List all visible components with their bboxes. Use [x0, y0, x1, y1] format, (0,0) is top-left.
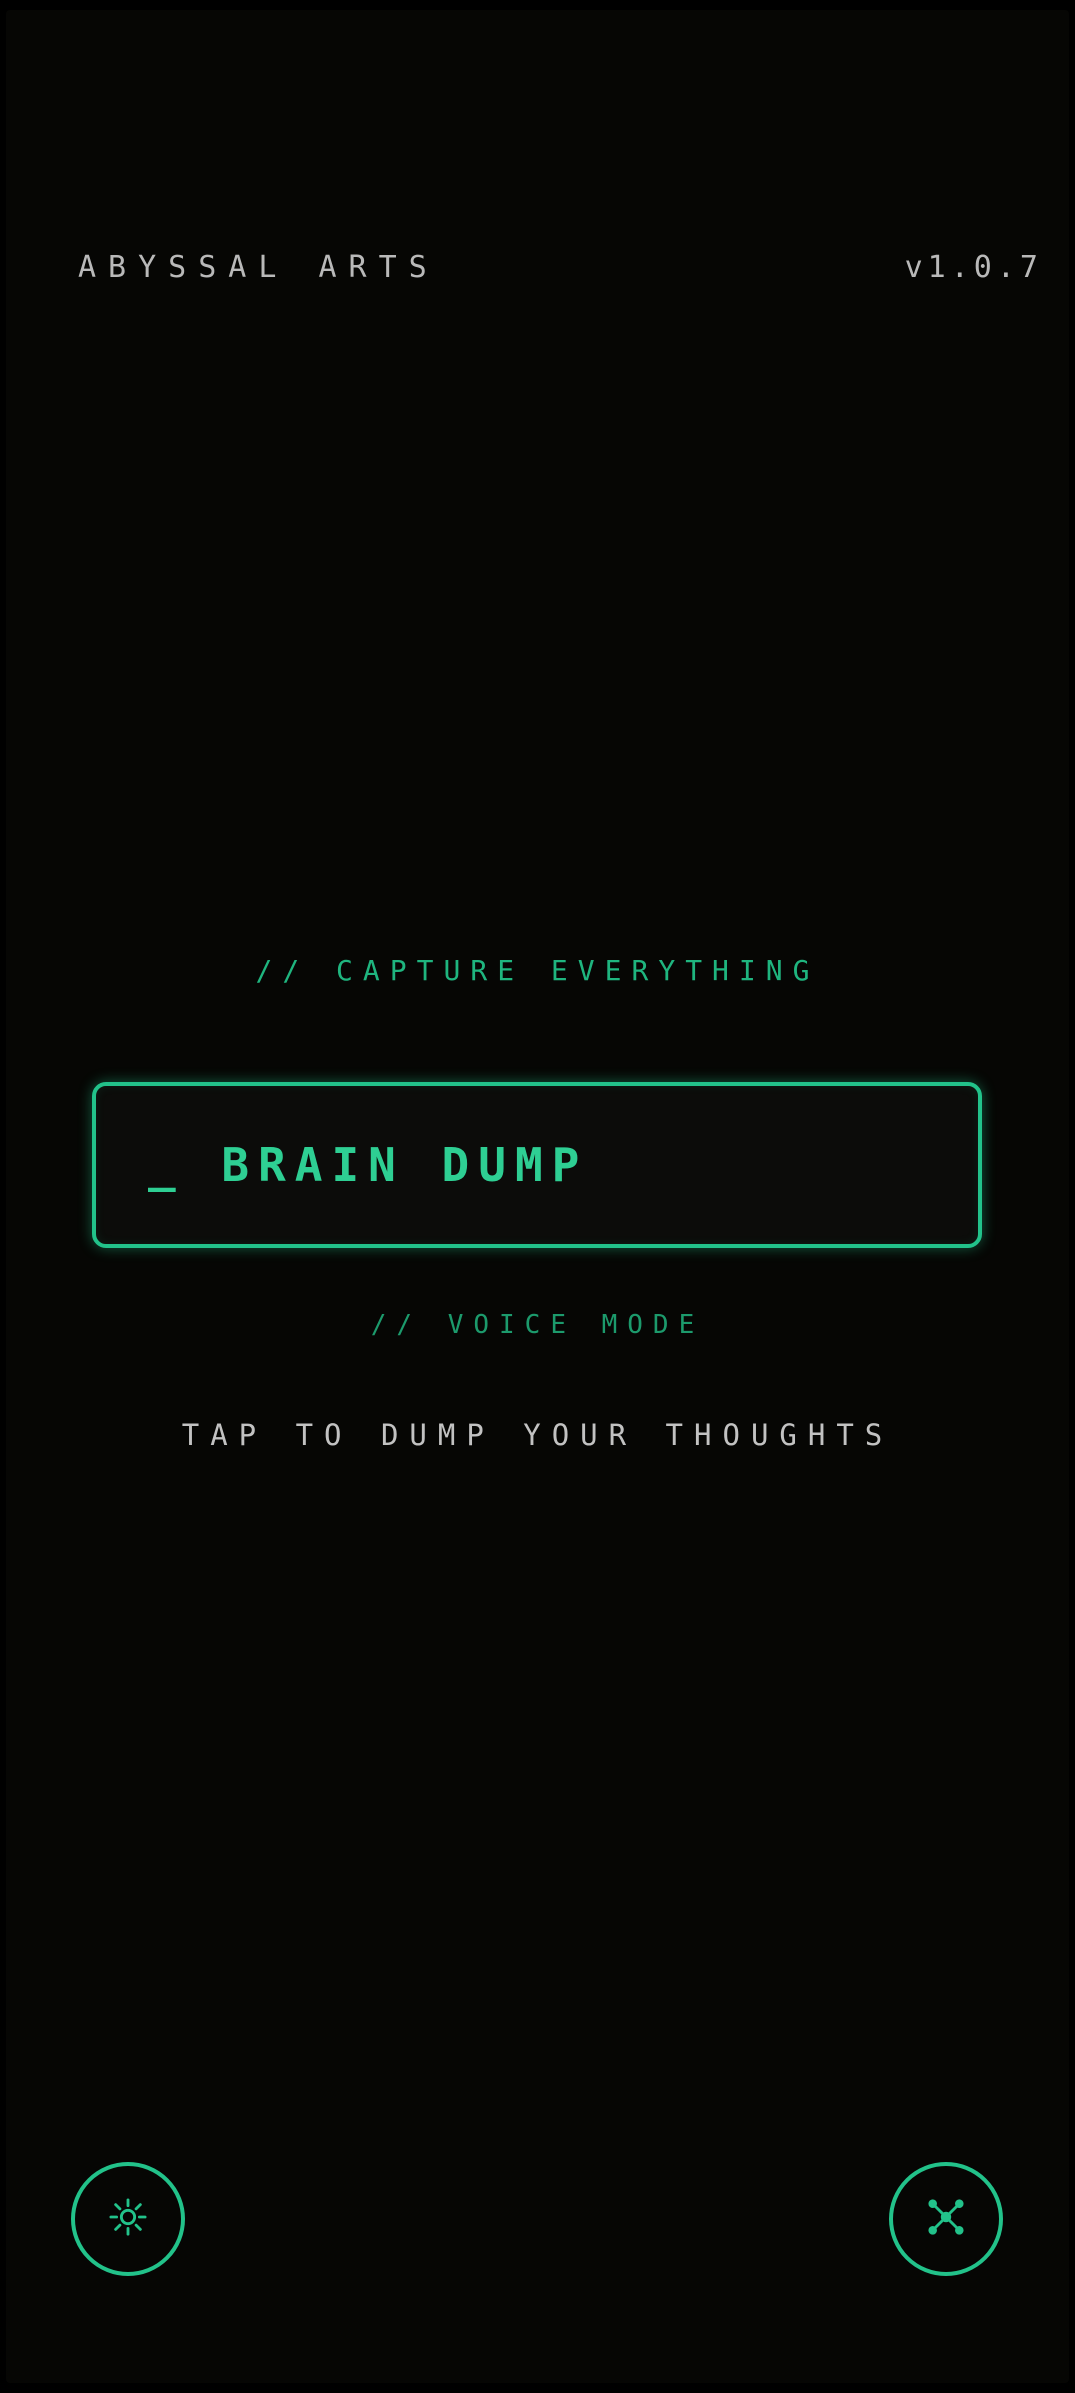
theme-button[interactable]	[71, 2162, 185, 2276]
sun-icon	[109, 2198, 147, 2240]
brain-dump-label: _ BRAIN DUMP	[148, 1138, 589, 1192]
brain-dump-button[interactable]: _ BRAIN DUMP	[92, 1082, 982, 1248]
network-button[interactable]	[889, 2162, 1003, 2276]
tagline: // CAPTURE EVERYTHING	[255, 954, 820, 987]
version-label: v1.0.7	[904, 250, 1043, 285]
brand-title: ABYSSAL ARTS	[78, 250, 439, 285]
hint-text: TAP TO DUMP YOUR THOUGHTS	[181, 1418, 894, 1452]
voice-mode-toggle[interactable]: // VOICE MODE	[0, 1310, 1075, 1340]
network-icon	[927, 2198, 965, 2240]
